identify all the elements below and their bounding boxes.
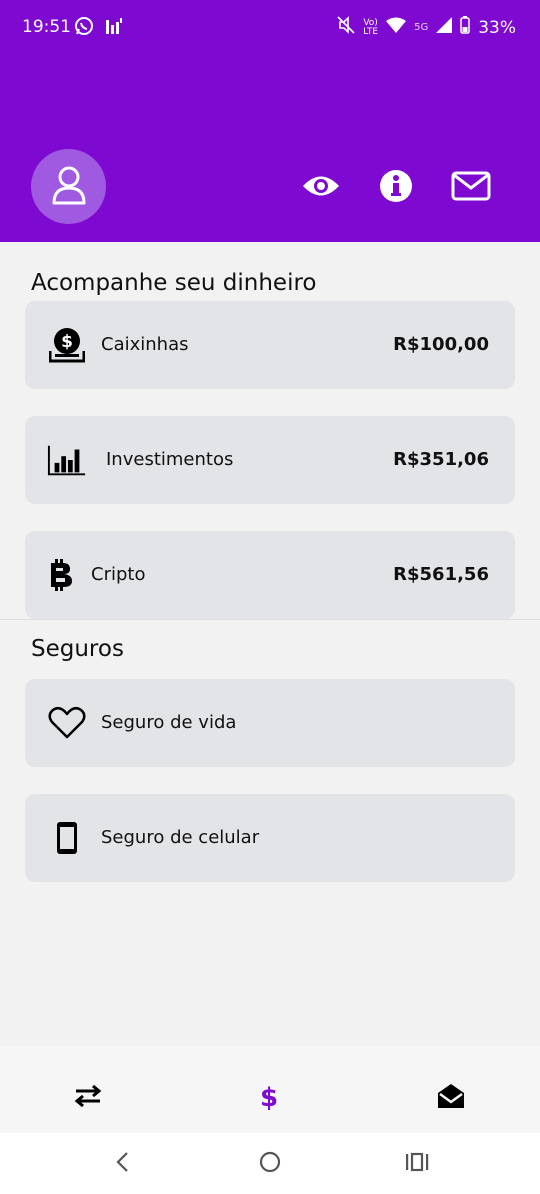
card-seguro-celular[interactable]: Seguro de celular <box>25 794 515 882</box>
info-button[interactable] <box>376 168 416 208</box>
system-home-button[interactable] <box>255 1151 285 1177</box>
card-label: Investimentos <box>106 449 234 470</box>
dollar-icon: $ <box>259 1083 279 1113</box>
signal-stats-icon <box>104 16 124 40</box>
nav-transfers[interactable] <box>73 1083 103 1113</box>
home-circle-icon <box>259 1151 281 1177</box>
money-section-title: Acompanhe seu dinheiro <box>31 270 317 296</box>
battery-icon <box>460 16 470 39</box>
wifi-icon <box>386 17 407 38</box>
network-type-label: 5G <box>414 22 429 33</box>
transfer-arrows-icon <box>74 1084 102 1111</box>
card-caixinhas[interactable]: $ Caixinhas R$100,00 <box>25 301 515 389</box>
section-divider <box>0 619 540 620</box>
info-icon <box>379 169 413 207</box>
bitcoin-icon <box>41 555 81 595</box>
whatsapp-icon <box>74 16 94 40</box>
card-label: Seguro de celular <box>101 827 260 848</box>
insurance-section-title: Seguros <box>31 636 124 662</box>
mute-icon <box>337 16 355 39</box>
card-cripto[interactable]: Cripto R$561,56 <box>25 531 515 619</box>
system-recents-button[interactable] <box>402 1151 432 1177</box>
toggle-visibility-button[interactable] <box>301 168 341 208</box>
svg-text:$: $ <box>61 332 73 352</box>
card-seguro-vida[interactable]: Seguro de vida <box>25 679 515 767</box>
back-chevron-icon <box>115 1151 129 1177</box>
savings-box-icon: $ <box>47 325 87 365</box>
volte-icon: Vo) LTE <box>363 17 379 37</box>
status-time: 19:51 <box>22 17 71 37</box>
bar-chart-icon <box>47 440 87 480</box>
card-investimentos[interactable]: Investimentos R$351,06 <box>25 416 515 504</box>
messages-button[interactable] <box>451 168 491 208</box>
app-header: 19:51 Vo) LTE 5G 33% <box>0 0 540 242</box>
card-value: R$351,06 <box>393 449 489 470</box>
card-label: Seguro de vida <box>101 712 237 733</box>
card-label: Cripto <box>91 564 146 585</box>
user-icon <box>49 164 89 210</box>
profile-avatar-button[interactable] <box>31 149 106 224</box>
recents-icon <box>405 1152 429 1176</box>
inbox-icon <box>437 1083 465 1113</box>
card-label: Caixinhas <box>101 334 189 355</box>
card-value: R$561,56 <box>393 564 489 585</box>
card-value: R$100,00 <box>393 334 489 355</box>
system-nav-bar <box>0 1133 540 1194</box>
battery-percent: 33% <box>478 17 516 38</box>
phone-icon <box>47 818 87 858</box>
eye-icon <box>301 173 341 203</box>
nav-inbox[interactable] <box>436 1083 466 1113</box>
heart-icon <box>47 703 87 743</box>
status-bar: 19:51 Vo) LTE 5G 33% <box>0 0 540 56</box>
system-back-button[interactable] <box>107 1151 137 1177</box>
cell-signal-icon <box>436 17 453 38</box>
bottom-nav: $ <box>0 1047 540 1133</box>
mail-icon <box>451 171 491 205</box>
nav-money[interactable]: $ <box>254 1083 284 1113</box>
